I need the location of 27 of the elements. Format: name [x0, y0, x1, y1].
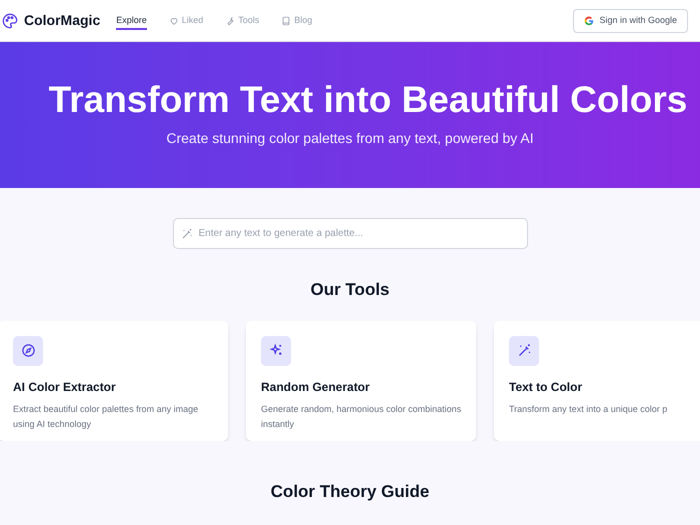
compass-icon	[20, 343, 36, 358]
palette-icon	[2, 12, 18, 28]
hero-subtitle: Create stunning color palettes from any text, powered by AI	[166, 129, 534, 148]
tool-description: Generate random, harmonious color combinations instantly	[261, 402, 462, 431]
brand-name[interactable]: ColorMagic	[24, 10, 100, 31]
hero-title: Transform Text into Beautiful Colors	[48, 78, 688, 122]
heart-icon	[168, 16, 179, 26]
google-icon	[584, 16, 594, 26]
tool-description: Extract beautiful color palettes from any image using AI technology	[13, 402, 200, 431]
nav-link[interactable]: Explore	[116, 14, 147, 30]
google-sign-in-button[interactable]: Sign in with Google	[573, 8, 688, 32]
section-heading: Color Theory Guide	[270, 480, 430, 502]
tool-card[interactable]: Text to Color Transform any text into a unique color p	[494, 320, 700, 440]
book-icon	[281, 16, 292, 26]
tool-title: Random Generator	[261, 378, 371, 396]
tool-description: Transform any text into a unique color p	[509, 402, 668, 416]
sparkles-icon	[268, 343, 284, 358]
magic-wand-icon	[180, 228, 192, 240]
tool-card[interactable]: Random Generator Generate random, harmonious color combinations instantly	[246, 320, 476, 440]
magic-wand-icon	[516, 343, 532, 358]
tool-card[interactable]: AI Color Extractor Extract beautiful color palettes from any image using AI technology	[0, 320, 228, 440]
section-heading: Our Tools	[309, 279, 390, 301]
search-input: Enter any text to generate a palette...	[198, 226, 520, 241]
palette-text-input[interactable]: Enter any text to generate a palette...	[172, 218, 528, 249]
tool-title: AI Color Extractor	[13, 378, 117, 396]
tool-title: Text to Color	[509, 378, 584, 396]
wrench-icon	[225, 16, 236, 26]
